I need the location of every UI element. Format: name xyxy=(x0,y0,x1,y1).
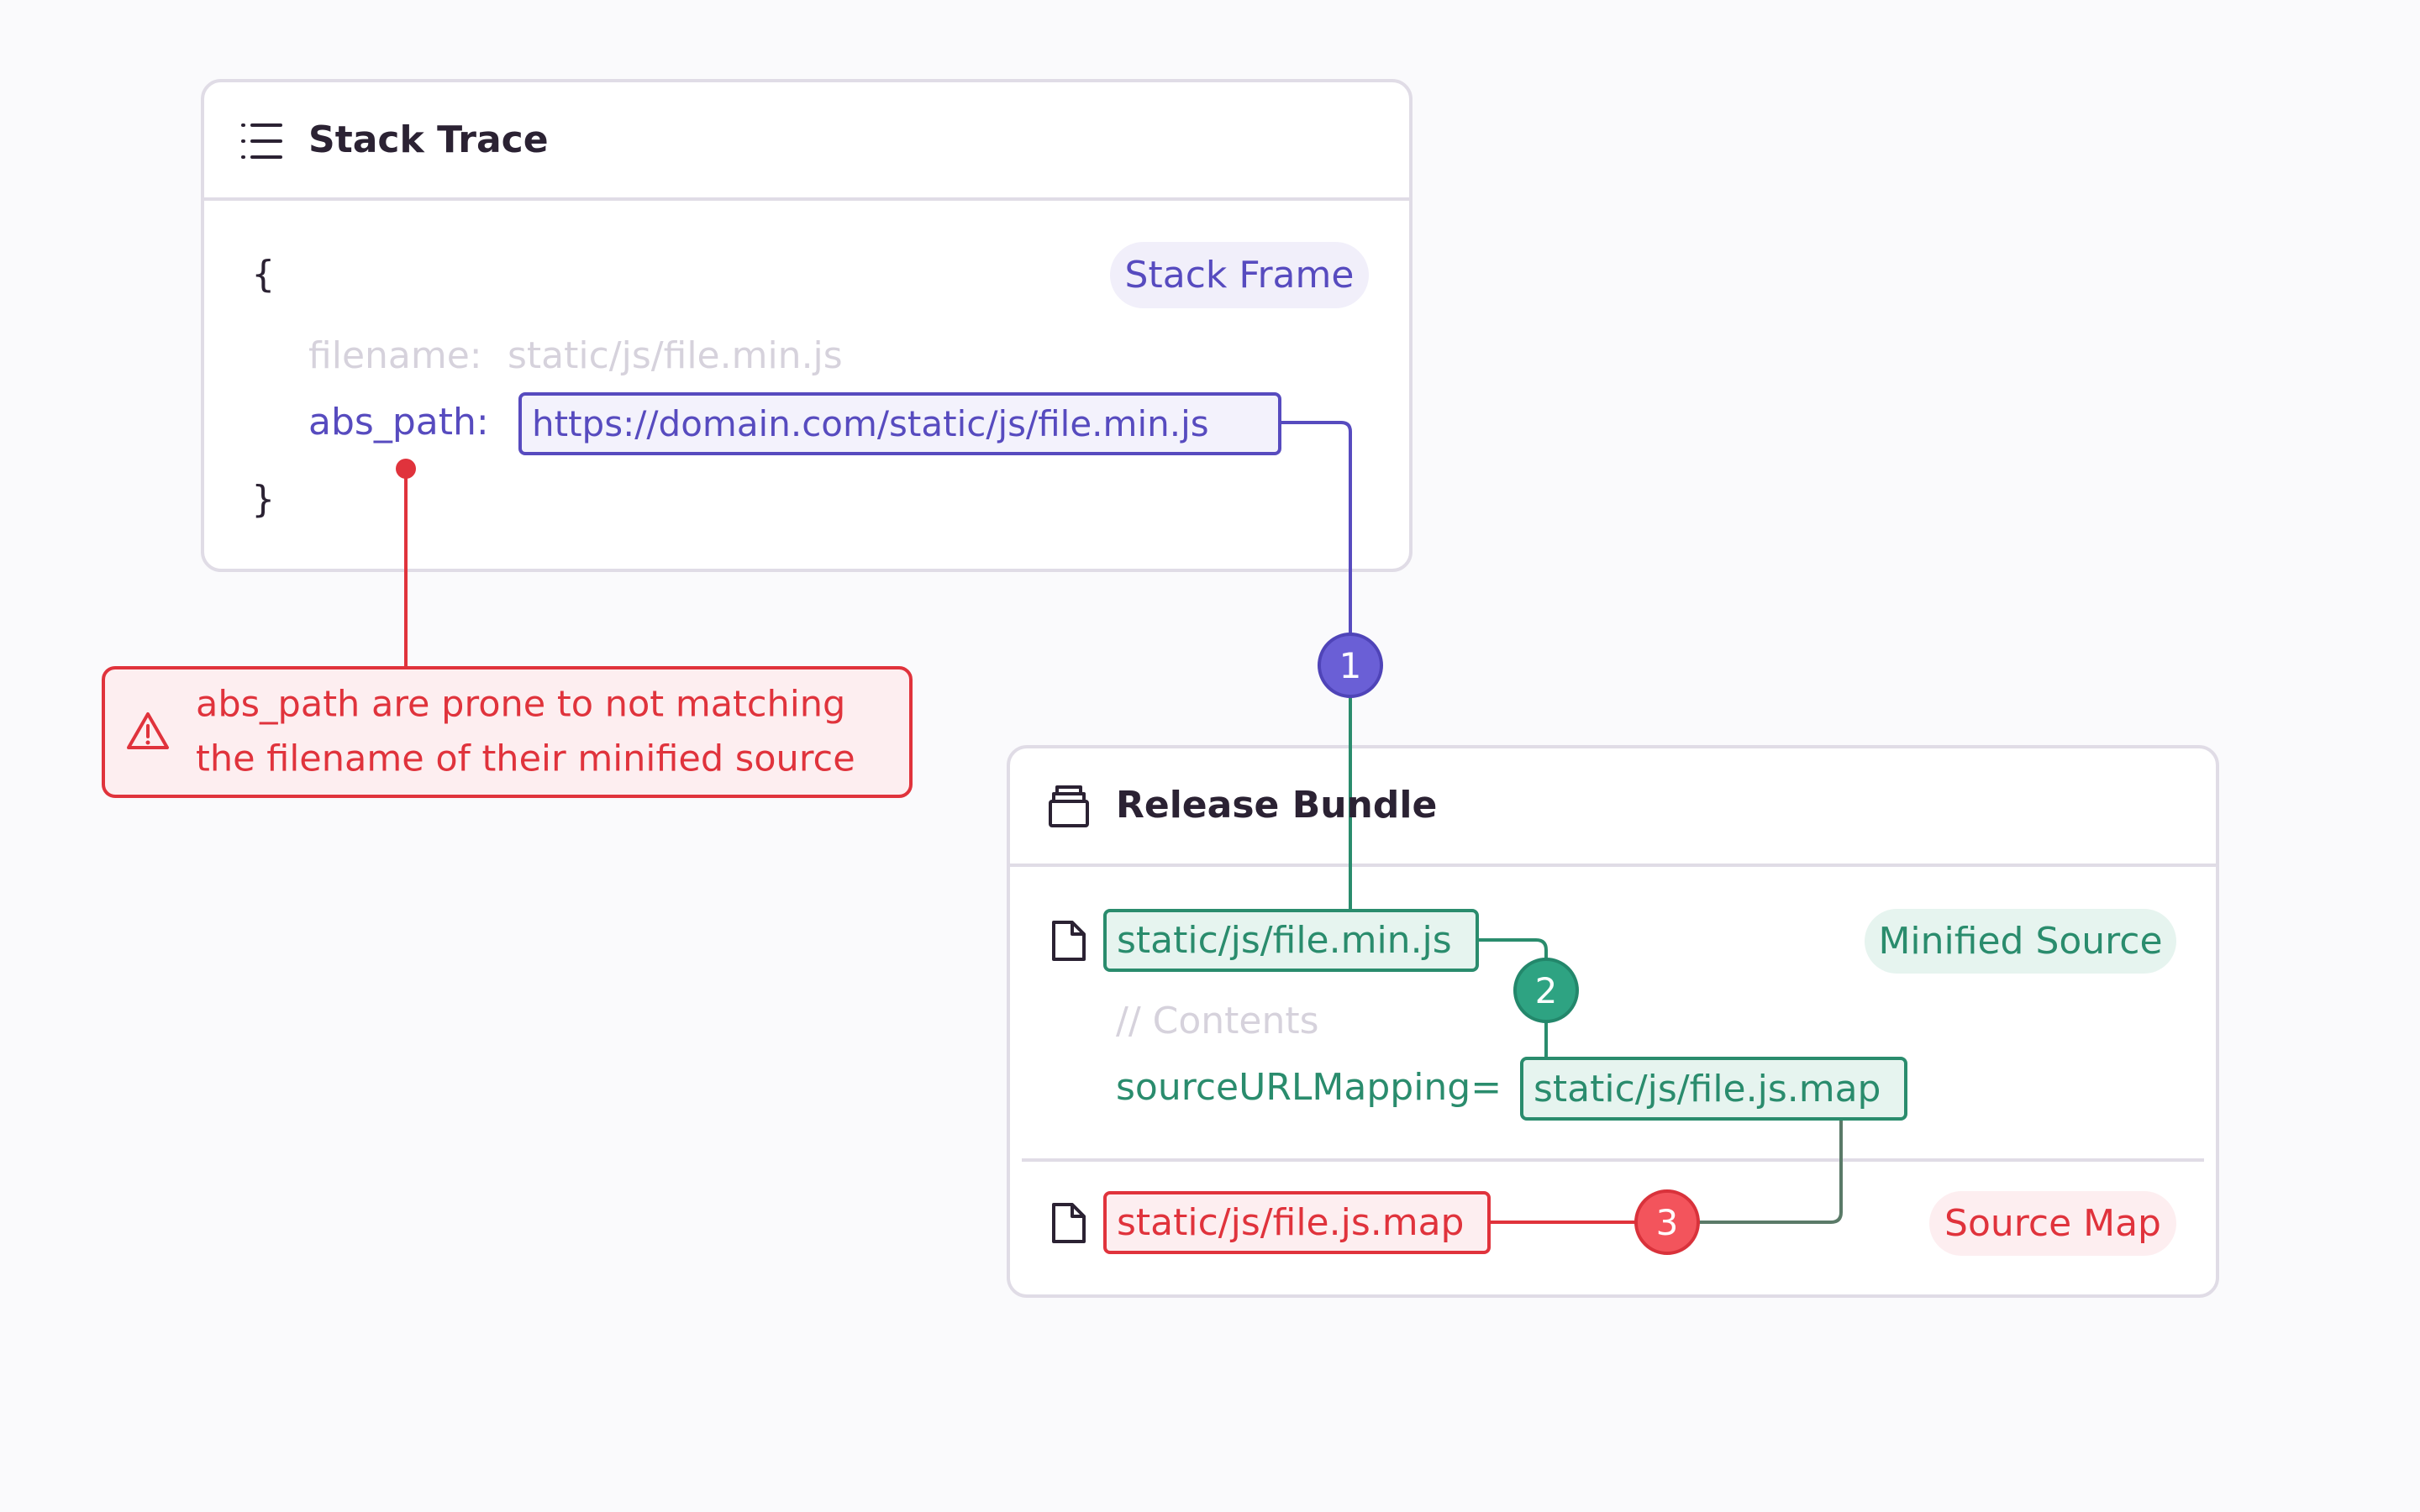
step-1-label: 1 xyxy=(1339,644,1362,686)
source-map-badge: Source Map xyxy=(1929,1191,2176,1256)
warning-line-2: the filename of their minified source xyxy=(196,738,855,780)
step-3-badge: 3 xyxy=(1634,1189,1700,1255)
release-bundle-title: Release Bundle xyxy=(1116,784,1438,827)
archive-box-icon xyxy=(1049,785,1089,827)
connector-1-purple xyxy=(1281,421,1352,665)
mapping-key: sourceURLMapping= xyxy=(1116,1066,1502,1109)
source-map-file-name: static/js/file.js.map xyxy=(1103,1191,1491,1254)
file-icon xyxy=(1052,1203,1086,1243)
warning-anchor-dot xyxy=(396,459,416,479)
step-1-badge: 1 xyxy=(1318,633,1383,698)
step-2-label: 2 xyxy=(1534,969,1558,1011)
warning-triangle-icon xyxy=(127,712,169,749)
minified-source-badge: Minified Source xyxy=(1865,909,2176,974)
step-2-badge: 2 xyxy=(1513,958,1579,1023)
minified-file-name: static/js/file.min.js xyxy=(1103,909,1479,972)
file-icon xyxy=(1052,921,1086,961)
mapping-value: static/js/file.js.map xyxy=(1520,1057,1907,1121)
contents-comment: // Contents xyxy=(1116,1000,1319,1042)
step-3-label: 3 xyxy=(1655,1201,1679,1243)
warning-line-1: abs_path are prone to not matching xyxy=(196,683,846,726)
